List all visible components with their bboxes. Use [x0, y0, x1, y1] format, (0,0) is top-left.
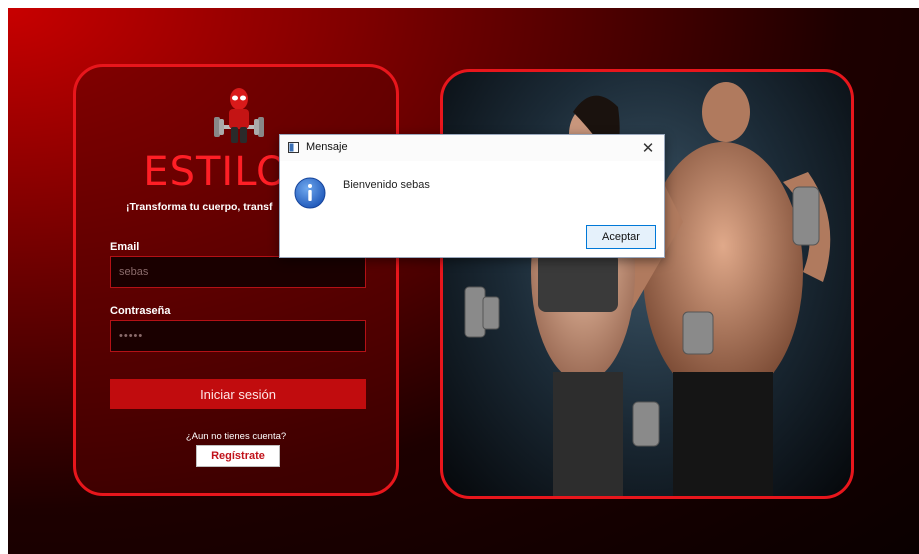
password-field[interactable]: •••••	[110, 320, 366, 352]
accept-button[interactable]: Aceptar	[586, 225, 656, 249]
dialog-message: Bienvenido sebas	[343, 179, 430, 191]
app-window: ESTILO 3 ¡Transforma tu cuerpo, transf E…	[8, 8, 919, 554]
no-account-text: ¿Aun no tienes cuenta?	[185, 431, 287, 442]
close-icon[interactable]: ✕	[636, 137, 660, 159]
dialog-titlebar: Mensaje ✕	[280, 135, 664, 161]
email-field[interactable]: sebas	[110, 256, 366, 288]
register-button[interactable]: Regístrate	[196, 445, 280, 467]
info-icon	[294, 177, 326, 209]
password-label: Contraseña	[110, 305, 171, 317]
message-dialog: Mensaje ✕ Bienvenido sebas Aceptar	[279, 134, 665, 258]
window-app-icon	[288, 142, 299, 153]
email-label: Email	[110, 241, 140, 253]
slogan-text: ¡Transforma tu cuerpo, transf	[126, 201, 273, 213]
mascot-logo-icon	[214, 88, 264, 143]
login-button[interactable]: Iniciar sesión	[110, 379, 366, 409]
dialog-title: Mensaje	[306, 141, 348, 153]
login-card: ESTILO 3 ¡Transforma tu cuerpo, transf E…	[73, 64, 399, 496]
